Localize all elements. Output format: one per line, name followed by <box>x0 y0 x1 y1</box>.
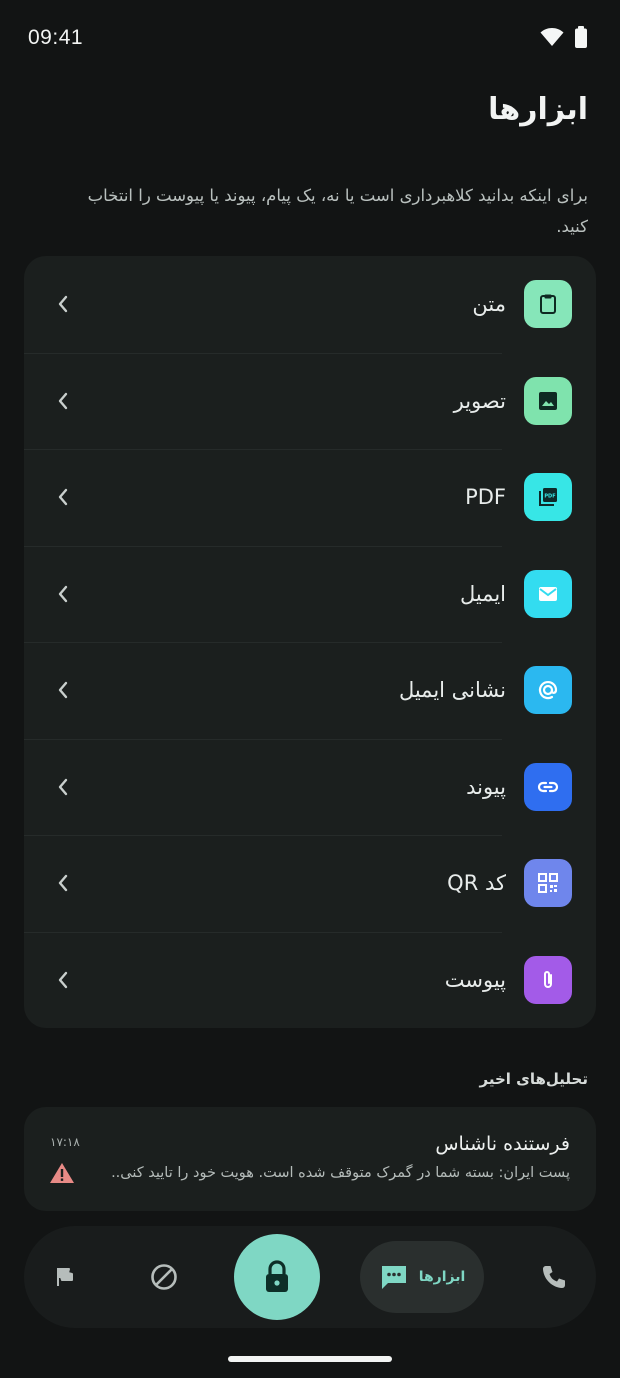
status-time: 09:41 <box>28 26 84 49</box>
tool-item-email-address[interactable]: نشانی ایمیل <box>24 642 596 739</box>
battery-icon <box>575 26 587 48</box>
tools-list: متن تصویر PDF PDF ایمیل نشانی ایمیل پیون… <box>24 256 596 1028</box>
chevron-left-icon <box>54 295 72 313</box>
warning-icon <box>48 1161 76 1189</box>
tool-item-pdf[interactable]: PDF PDF <box>24 449 596 546</box>
page-title: ابزارها <box>488 92 588 127</box>
lock-button[interactable] <box>234 1234 320 1320</box>
recent-time: ۱۷:۱۸ <box>50 1135 80 1149</box>
recent-preview: پست ایران: بسته شما در گمرک متوقف شده اس… <box>111 1165 570 1181</box>
block-icon[interactable] <box>148 1262 180 1292</box>
chevron-left-icon <box>54 585 72 603</box>
qr-code-icon <box>524 859 572 908</box>
at-sign-icon <box>524 666 572 715</box>
tool-label: PDF <box>465 485 506 510</box>
svg-text:PDF: PDF <box>544 494 555 500</box>
status-bar: 09:41 <box>0 0 620 76</box>
tool-label: ایمیل <box>459 581 506 606</box>
home-indicator[interactable] <box>228 1356 392 1362</box>
status-icons <box>540 26 588 48</box>
recent-section-title: تحلیل‌های اخیر <box>479 1070 589 1088</box>
tool-item-image[interactable]: تصویر <box>24 353 596 450</box>
clipboard-icon <box>524 280 572 329</box>
chevron-left-icon <box>54 392 72 410</box>
chevron-left-icon <box>54 874 72 892</box>
chevron-left-icon <box>54 778 72 796</box>
tool-label: متن <box>472 292 506 317</box>
recent-sender: فرستنده ناشناس <box>435 1133 570 1155</box>
bottom-navigation: ابزارها <box>24 1226 596 1328</box>
page-subtitle: برای اینکه بدانید کلاهبرداری است یا نه، … <box>87 186 588 236</box>
link-icon <box>524 762 572 811</box>
tool-item-email[interactable]: ایمیل <box>24 546 596 643</box>
image-icon <box>524 376 572 425</box>
tool-label: تصویر <box>453 388 506 413</box>
mail-icon <box>524 569 572 618</box>
tool-item-attachment[interactable]: پیوست <box>24 932 596 1029</box>
recent-item[interactable]: فرستنده ناشناس ۱۷:۱۸ پست ایران: بسته شما… <box>24 1107 596 1211</box>
chevron-left-icon <box>54 488 72 506</box>
paperclip-icon <box>524 955 572 1004</box>
tool-item-text[interactable]: متن <box>24 256 596 353</box>
nav-tools-label: ابزارها <box>418 1269 466 1285</box>
flag-icon[interactable] <box>50 1263 80 1291</box>
tool-item-qr-code[interactable]: کد QR <box>24 835 596 932</box>
chevron-left-icon <box>54 681 72 699</box>
tool-label: پیوند <box>466 774 506 799</box>
pdf-icon: PDF <box>524 473 572 522</box>
tool-label: نشانی ایمیل <box>398 678 506 703</box>
chat-icon <box>381 1266 406 1289</box>
tool-label: پیوست <box>444 967 506 992</box>
phone-icon[interactable] <box>538 1262 570 1292</box>
lock-icon <box>266 1260 288 1292</box>
wifi-icon <box>540 28 564 46</box>
tool-item-link[interactable]: پیوند <box>24 739 596 836</box>
nav-tools-button[interactable]: ابزارها <box>360 1241 484 1313</box>
tool-label: کد QR <box>447 871 506 896</box>
chevron-left-icon <box>54 971 72 989</box>
